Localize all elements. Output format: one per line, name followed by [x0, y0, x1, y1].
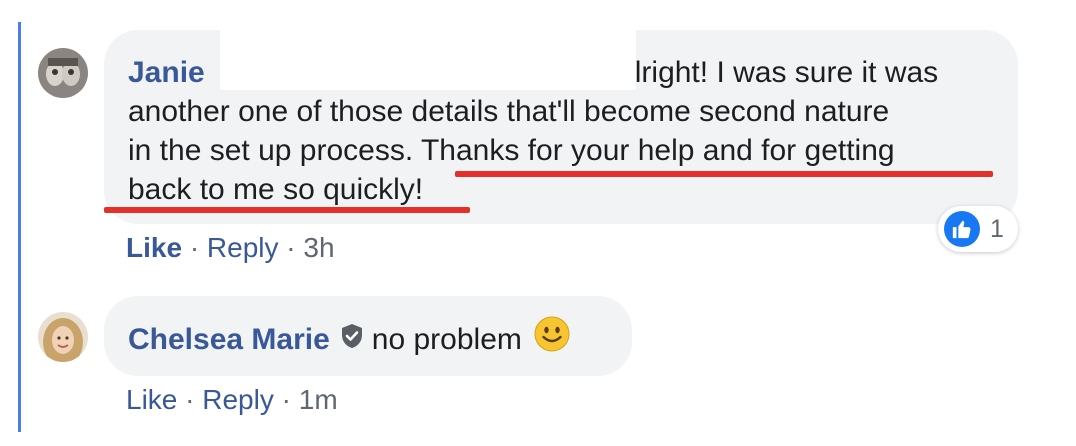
comment-body: no problem — [371, 322, 522, 356]
separator: · — [281, 384, 291, 415]
thumbs-up-icon — [944, 211, 980, 247]
comment-text: Chelsea Marie no problem — [128, 316, 570, 362]
smiling-face-emoji — [534, 316, 570, 362]
reply-link[interactable]: Reply — [202, 384, 274, 415]
avatar[interactable] — [38, 312, 88, 362]
comment-line-highlighted: back to me so quickly! — [128, 173, 424, 206]
reply-link[interactable]: Reply — [207, 232, 279, 263]
comment-line: alright! I was sure it was — [618, 56, 939, 89]
timestamp[interactable]: 1m — [299, 384, 338, 415]
comment-line-highlighted: Thanks for your help and for getting — [420, 134, 895, 167]
separator: · — [189, 232, 200, 263]
reaction-count: 1 — [990, 215, 1004, 243]
comment-actions: Like · Reply · 3h — [126, 232, 335, 264]
like-link[interactable]: Like — [126, 232, 182, 263]
separator: · — [286, 232, 296, 263]
comment-bubble: Chelsea Marie no problem — [104, 296, 632, 376]
shield-check-icon — [340, 320, 364, 359]
timestamp[interactable]: 3h — [303, 232, 334, 263]
red-underline — [104, 207, 470, 213]
comment-author[interactable]: Chelsea Marie — [128, 320, 330, 359]
comment-actions: Like · Reply · 1m — [126, 384, 338, 416]
comment-line: in the set up process. — [128, 134, 421, 167]
comment-author[interactable]: Janie — [128, 56, 205, 89]
comment-line: another one of those details that'll bec… — [128, 95, 890, 128]
redaction-box — [220, 26, 636, 90]
like-link[interactable]: Like — [126, 384, 177, 415]
red-underline — [455, 171, 993, 177]
avatar[interactable] — [38, 48, 88, 98]
reaction-summary[interactable]: 1 — [938, 206, 1018, 252]
separator: · — [185, 384, 195, 415]
thread-line — [18, 22, 21, 432]
comment-thread: Janie alright! I was sure it was another… — [0, 0, 1076, 446]
